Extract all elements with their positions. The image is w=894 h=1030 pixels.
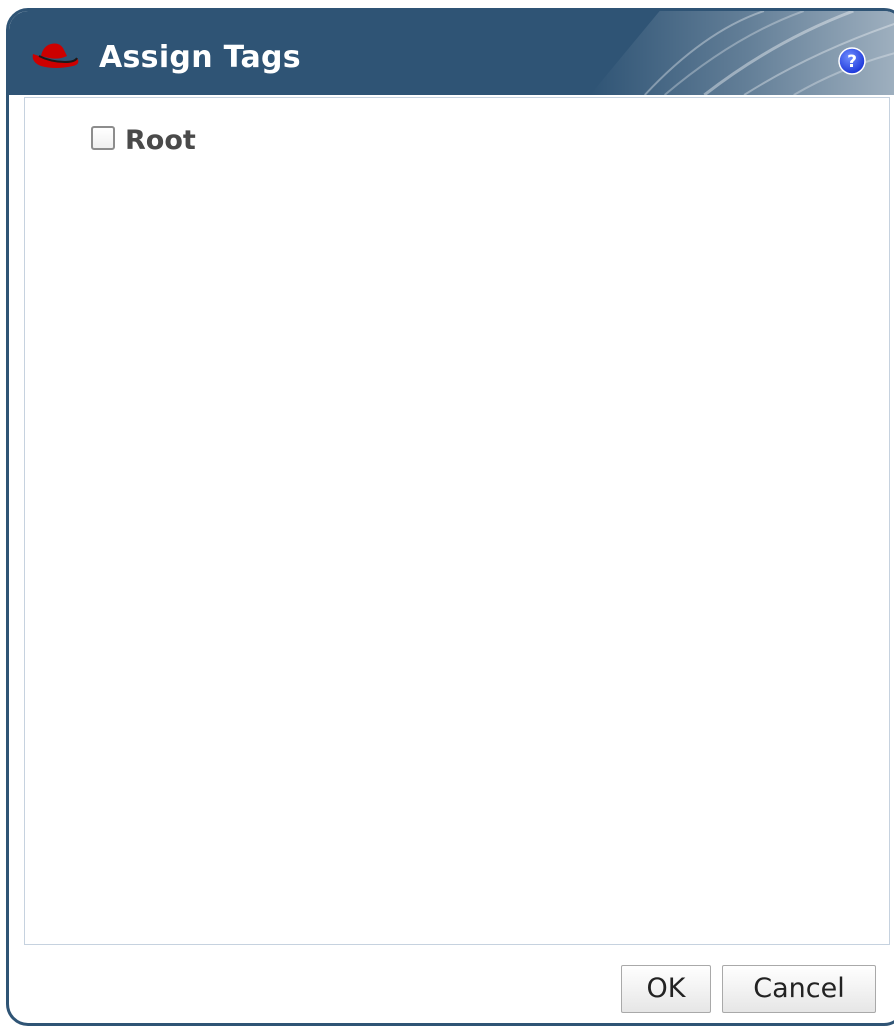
tag-tree-item-root[interactable]: Root xyxy=(91,124,196,158)
tags-tree-panel: Root xyxy=(24,97,890,945)
cancel-button[interactable]: Cancel xyxy=(722,965,876,1013)
dialog-header: Assign Tags ? xyxy=(9,11,894,95)
red-hat-logo-icon xyxy=(32,43,79,68)
assign-tags-dialog: Assign Tags ? Root OK Cancel xyxy=(6,8,894,1026)
dialog-title: Assign Tags xyxy=(99,40,301,75)
question-mark-icon[interactable]: ? xyxy=(838,47,866,75)
root-tag-checkbox[interactable] xyxy=(91,126,115,150)
ok-button[interactable]: OK xyxy=(621,965,711,1013)
root-tag-label[interactable]: Root xyxy=(125,124,196,158)
dialog-footer: OK Cancel xyxy=(9,945,894,1023)
svg-text:?: ? xyxy=(847,52,857,72)
